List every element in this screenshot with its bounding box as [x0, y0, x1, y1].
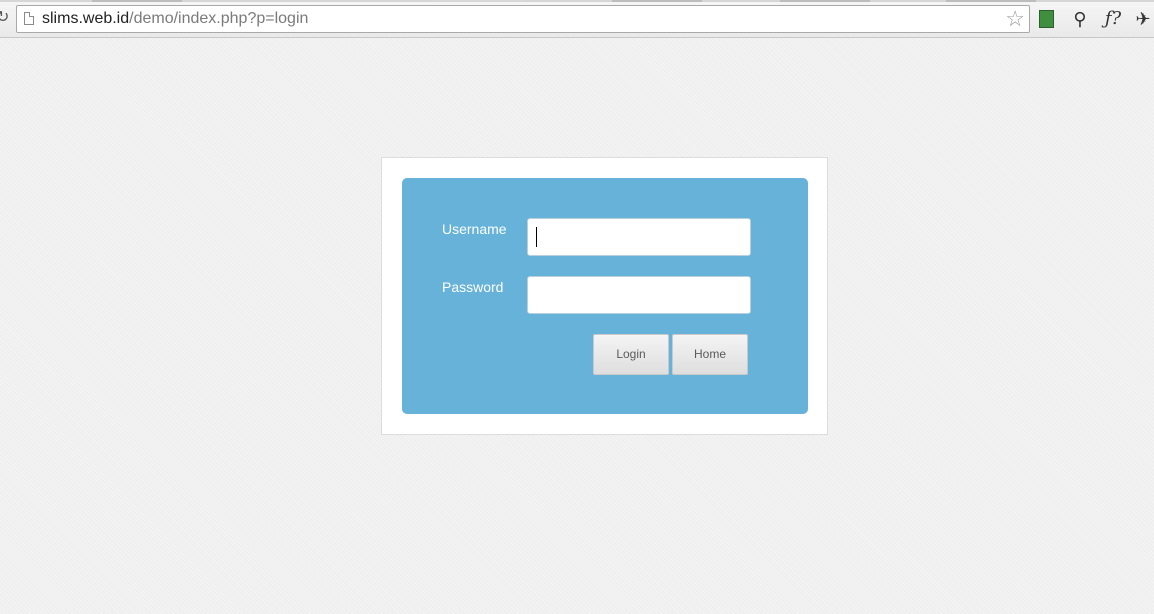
username-label: Username — [442, 221, 507, 237]
tab-edge[interactable] — [612, 0, 702, 2]
tab-edge[interactable] — [432, 0, 524, 2]
password-label: Password — [442, 279, 504, 295]
green-box-icon — [1038, 10, 1054, 28]
url-host: slims.web.id — [42, 10, 130, 27]
browser-toolbar: ↻ slims.web.id/demo/index.php?p=login ☆ … — [0, 0, 1154, 38]
tab-edge[interactable] — [946, 0, 1036, 2]
text-caret — [536, 227, 537, 247]
address-bar[interactable]: slims.web.id/demo/index.php?p=login ☆ — [16, 5, 1030, 33]
tab-edge[interactable] — [780, 0, 870, 2]
extension-icon[interactable] — [1036, 8, 1056, 30]
home-button[interactable]: Home — [672, 334, 748, 375]
username-input[interactable] — [527, 218, 751, 256]
extension-icon[interactable]: ƒ? — [1100, 8, 1126, 30]
url-text[interactable]: slims.web.id/demo/index.php?p=login — [42, 10, 308, 28]
extension-icon[interactable]: ⚲ — [1070, 8, 1090, 30]
login-panel: Username Password Login Home — [402, 178, 808, 414]
reload-icon[interactable]: ↻ — [0, 9, 9, 27]
page-icon — [24, 12, 34, 25]
tab-edge[interactable] — [92, 0, 182, 2]
login-card: Username Password Login Home — [381, 157, 828, 435]
login-button[interactable]: Login — [593, 334, 669, 375]
password-input[interactable] — [527, 276, 751, 314]
url-path: /demo/index.php?p=login — [129, 10, 309, 27]
extension-icon[interactable]: ✈ — [1132, 8, 1154, 30]
bookmark-star-icon[interactable]: ☆ — [1005, 7, 1025, 31]
